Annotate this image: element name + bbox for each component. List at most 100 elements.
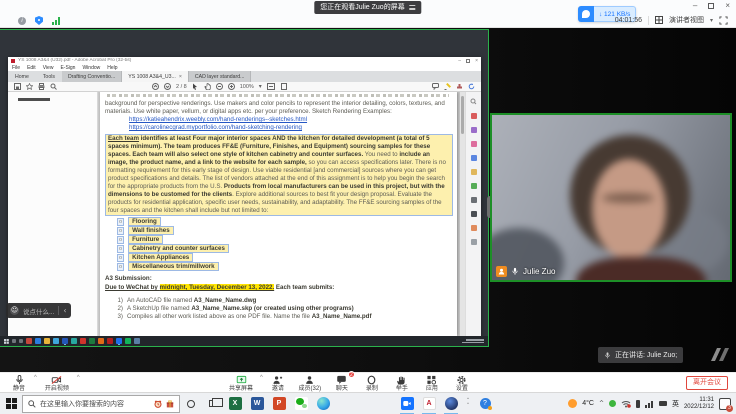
wechat-button[interactable] bbox=[290, 393, 312, 414]
acrobat-minimize-button[interactable]: – bbox=[458, 58, 461, 64]
taskbar-app-icon[interactable] bbox=[134, 338, 140, 344]
members-button[interactable]: 成员(32) bbox=[293, 373, 327, 393]
tab-document-2[interactable]: YS 1008 A3&4_U3... × bbox=[122, 71, 189, 82]
shared-taskview-icon[interactable] bbox=[19, 339, 23, 343]
invite-button[interactable]: 邀请 bbox=[263, 373, 293, 393]
maximize-button[interactable] bbox=[708, 3, 714, 9]
doc-link-2[interactable]: https://carolinecgrad.myportfolio.com/ha… bbox=[129, 124, 453, 132]
network-signal-icon[interactable] bbox=[52, 17, 60, 25]
zoom-in-icon[interactable] bbox=[228, 83, 235, 90]
hamburger-icon[interactable] bbox=[410, 5, 416, 10]
powerpoint-button[interactable]: P bbox=[268, 393, 290, 414]
save-icon[interactable] bbox=[14, 83, 21, 90]
zoom-level[interactable]: 100% bbox=[240, 84, 254, 90]
network-status-icon[interactable] bbox=[621, 399, 631, 408]
excel-button[interactable]: X bbox=[224, 393, 246, 414]
raise-hand-button[interactable]: 举手 bbox=[387, 373, 417, 393]
start-button[interactable] bbox=[0, 393, 22, 414]
close-button[interactable]: × bbox=[725, 2, 730, 10]
tool-icon[interactable] bbox=[471, 169, 477, 175]
comment-icon[interactable] bbox=[432, 83, 439, 90]
edge-button[interactable] bbox=[312, 393, 334, 414]
emoji-icon[interactable]: ☺ bbox=[10, 306, 19, 315]
menu-edit[interactable]: Edit bbox=[27, 65, 36, 71]
word-button[interactable]: W bbox=[246, 393, 268, 414]
collapse-chevron-icon[interactable]: ‹ bbox=[63, 306, 66, 315]
acrobat-taskbar-button[interactable]: A bbox=[418, 393, 440, 414]
page-indicator[interactable]: 2 / 8 bbox=[176, 84, 187, 90]
apps-button[interactable]: 应用 bbox=[417, 373, 447, 393]
tab-close-icon[interactable]: × bbox=[179, 74, 182, 80]
menu-esign[interactable]: E-Sign bbox=[60, 65, 75, 71]
temperature[interactable]: 4°C bbox=[582, 400, 594, 407]
task-view-button[interactable] bbox=[202, 393, 224, 414]
taskbar-app-icon[interactable] bbox=[26, 338, 32, 344]
taskbar-app-icon[interactable] bbox=[80, 338, 86, 344]
tool-icon[interactable] bbox=[471, 183, 477, 189]
taskbar-search[interactable]: 在这里输入你要搜索的内容 bbox=[22, 395, 180, 413]
app-sphere-button[interactable] bbox=[440, 393, 462, 414]
taskbar-app-icon[interactable] bbox=[107, 338, 113, 344]
view-mode-selector[interactable]: 演讲者视图 bbox=[669, 15, 704, 25]
page-down-icon[interactable] bbox=[164, 83, 171, 90]
fit-page-icon[interactable] bbox=[280, 83, 288, 90]
acrobat-maximize-button[interactable] bbox=[466, 59, 470, 63]
tool-icon[interactable] bbox=[471, 197, 477, 203]
share-screen-button[interactable]: 共享屏幕 bbox=[222, 373, 260, 393]
page-up-icon[interactable] bbox=[152, 83, 159, 90]
record-button[interactable]: 录制 bbox=[357, 373, 387, 393]
chat-placeholder[interactable]: 说点什么... bbox=[23, 306, 54, 316]
menu-view[interactable]: View bbox=[43, 65, 54, 71]
zoom-out-icon[interactable] bbox=[216, 83, 223, 90]
tool-icon[interactable] bbox=[471, 141, 477, 147]
phone-icon[interactable] bbox=[636, 400, 640, 408]
settings-button[interactable]: 设置 bbox=[447, 373, 477, 393]
weather-icon[interactable] bbox=[568, 399, 577, 408]
taskbar-clock[interactable]: 11:31 2022/12/12 bbox=[684, 397, 714, 411]
fit-width-icon[interactable] bbox=[267, 83, 275, 90]
menu-file[interactable]: File bbox=[12, 65, 20, 71]
signal-bars-icon[interactable] bbox=[645, 400, 654, 408]
highlighter-icon[interactable] bbox=[444, 83, 451, 90]
tab-home[interactable]: Home bbox=[8, 71, 36, 82]
taskbar-app-icon[interactable] bbox=[125, 338, 131, 344]
speaker-video[interactable]: Julie Zuo bbox=[490, 113, 732, 282]
tab-document-3[interactable]: CAD layer standard... bbox=[189, 71, 252, 82]
help-button[interactable]: ? bbox=[474, 393, 496, 414]
chat-quick-input[interactable]: ☺ 说点什么... ‹ bbox=[6, 303, 71, 318]
video-options-chevron[interactable]: ^ bbox=[77, 375, 80, 381]
menu-window[interactable]: Window bbox=[82, 65, 100, 71]
hidden-icons-chevron[interactable]: ^ bbox=[599, 400, 604, 407]
doc-link-1[interactable]: https://katieahendrix.weebly.com/hand-re… bbox=[129, 116, 453, 124]
hand-tool-icon[interactable] bbox=[204, 83, 211, 90]
minimize-button[interactable]: – bbox=[693, 2, 697, 10]
tab-tools[interactable]: Tools bbox=[36, 71, 62, 82]
touch-keyboard-icon[interactable] bbox=[659, 401, 667, 406]
action-center-button[interactable]: 3 bbox=[719, 398, 731, 410]
zoom-caret-icon[interactable]: ▾ bbox=[259, 83, 262, 90]
fullscreen-icon[interactable] bbox=[719, 16, 728, 25]
voov-meeting-button[interactable] bbox=[396, 393, 418, 414]
start-video-button[interactable]: 开启视频 bbox=[37, 373, 77, 393]
mute-button[interactable]: 静音 bbox=[4, 373, 34, 393]
taskbar-app-icon[interactable] bbox=[98, 338, 104, 344]
shared-start-icon[interactable] bbox=[4, 339, 9, 344]
pane-handle[interactable] bbox=[18, 98, 50, 101]
tool-icon[interactable] bbox=[471, 239, 477, 245]
tool-icon[interactable] bbox=[471, 225, 477, 231]
select-cursor-icon[interactable] bbox=[192, 83, 199, 90]
dock-chevrons[interactable]: ˄˅ bbox=[462, 393, 474, 414]
tool-icon[interactable] bbox=[471, 155, 477, 161]
security-shield-icon[interactable] bbox=[35, 16, 43, 25]
star-icon[interactable] bbox=[26, 83, 33, 90]
taskbar-app-icon[interactable] bbox=[89, 338, 95, 344]
taskbar-app-icon[interactable] bbox=[116, 338, 122, 344]
tool-icon[interactable] bbox=[471, 211, 477, 217]
taskbar-app-icon[interactable] bbox=[44, 338, 50, 344]
taskbar-app-icon[interactable] bbox=[53, 338, 59, 344]
taskbar-app-icon[interactable] bbox=[62, 338, 68, 344]
scrollbar-thumb[interactable] bbox=[461, 96, 464, 134]
taskbar-app-icon[interactable] bbox=[35, 338, 41, 344]
rotate-icon[interactable] bbox=[468, 83, 475, 90]
tool-icon[interactable] bbox=[471, 113, 477, 119]
